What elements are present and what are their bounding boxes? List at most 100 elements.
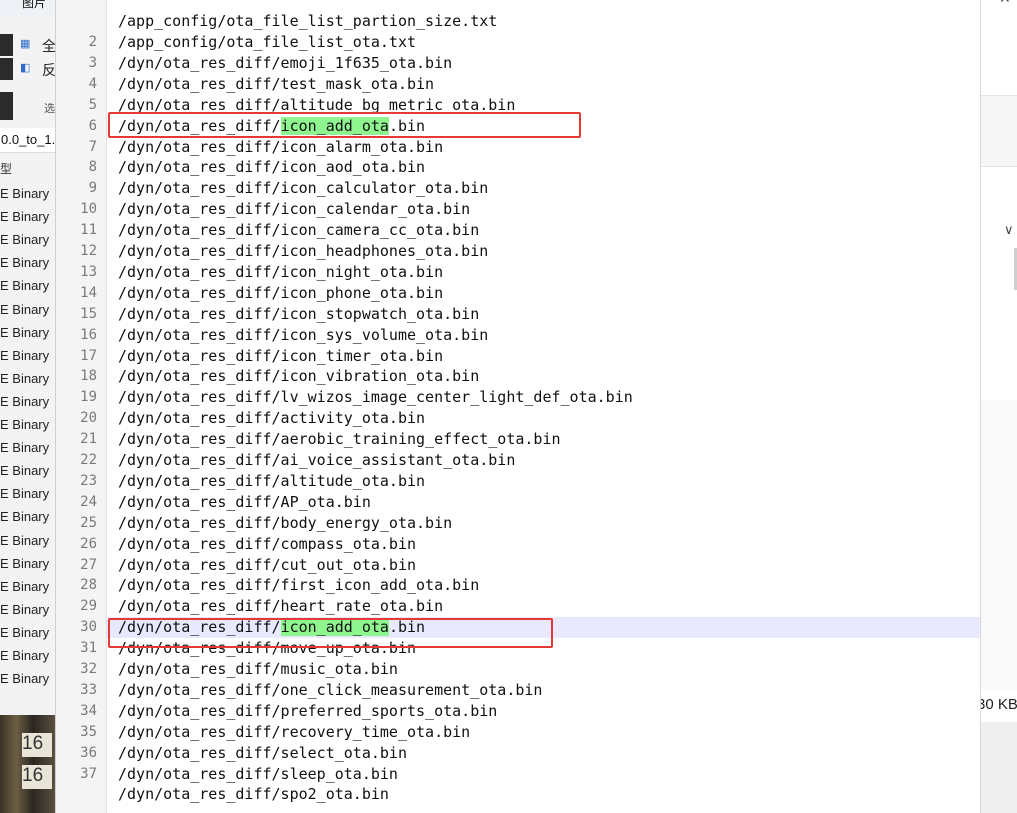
- code-row[interactable]: /dyn/ota_res_diff/icon_calculator_ota.bi…: [107, 178, 981, 199]
- code-line: /dyn/ota_res_diff/icon_calendar_ota.bin: [118, 200, 471, 219]
- code-row[interactable]: /dyn/ota_res_diff/icon_calendar_ota.bin: [107, 199, 981, 220]
- line-number: 37: [80, 765, 97, 782]
- chevron-down-icon[interactable]: ∨: [1004, 222, 1014, 238]
- line-number: 31: [80, 640, 97, 657]
- code-line: /dyn/ota_res_diff/icon_camera_cc_ota.bin: [118, 221, 480, 240]
- code-row[interactable]: /dyn/ota_res_diff/icon_timer_ota.bin: [107, 346, 981, 367]
- file-type-cell[interactable]: E Binary: [0, 531, 55, 554]
- file-type-cell[interactable]: E Binary: [0, 392, 55, 415]
- code-line: /dyn/ota_res_diff/aerobic_training_effec…: [118, 430, 561, 449]
- code-row[interactable]: /dyn/ota_res_diff/select_ota.bin: [107, 743, 981, 764]
- file-type-cell[interactable]: E Binary: [0, 461, 55, 484]
- code-line: /dyn/ota_res_diff/AP_ota.bin: [118, 492, 371, 511]
- code-row[interactable]: /dyn/ota_res_diff/icon_night_ota.bin: [107, 262, 981, 283]
- line-number: 34: [80, 702, 97, 719]
- line-number: 32: [80, 661, 97, 677]
- file-type-label: E Binary: [0, 532, 50, 548]
- line-number: 8: [88, 159, 97, 176]
- breadcrumb[interactable]: 0.0_to_1.: [0, 128, 55, 153]
- line-number: 30: [80, 619, 97, 636]
- code-row[interactable]: /dyn/ota_res_diff/sleep_ota.bin: [107, 764, 981, 785]
- file-type-cell[interactable]: E Binary: [0, 346, 55, 369]
- file-type-cell[interactable]: E Binary: [0, 184, 55, 207]
- code-row[interactable]: /dyn/ota_res_diff/first_icon_add_ota.bin: [107, 575, 981, 596]
- line-number: 33: [80, 681, 97, 698]
- code-row[interactable]: /dyn/ota_res_diff/test_mask_ota.bin: [107, 74, 981, 95]
- code-row[interactable]: /dyn/ota_res_diff/spo2_ota.bin: [107, 784, 981, 805]
- code-row[interactable]: /dyn/ota_res_diff/icon_headphones_ota.bi…: [107, 241, 981, 262]
- code-row[interactable]: /dyn/ota_res_diff/one_click_measurement_…: [107, 680, 981, 701]
- line-number: 17: [80, 347, 97, 364]
- code-row[interactable]: /app_config/ota_file_list_partion_size.t…: [107, 11, 981, 32]
- file-type-label: E Binary: [0, 278, 50, 294]
- code-row[interactable]: /app_config/ota_file_list_ota.txt: [107, 32, 981, 53]
- toolbar-item-invert[interactable]: ◧ 反: [0, 58, 55, 80]
- file-type-label: E Binary: [0, 578, 50, 594]
- code-line: /dyn/ota_res_diff/icon_aod_ota.bin: [118, 158, 426, 177]
- code-line: /dyn/ota_res_diff/emoji_1f635_ota.bin: [118, 53, 453, 72]
- file-type-label: E Binary: [0, 301, 50, 317]
- line-number: 13: [80, 263, 97, 280]
- file-type-cell[interactable]: E Binary: [0, 438, 55, 461]
- file-type-cell[interactable]: E Binary: [0, 323, 55, 346]
- line-number: 24: [80, 493, 97, 510]
- minimize-icon[interactable]: —: [981, 0, 993, 6]
- file-type-cell[interactable]: E Binary: [0, 646, 55, 669]
- file-type-cell[interactable]: E Binary: [0, 554, 55, 577]
- code-row[interactable]: /dyn/ota_res_diff/music_ota.bin: [107, 659, 981, 680]
- file-type-cell[interactable]: E Binary: [0, 300, 55, 323]
- file-type-cell[interactable]: E Binary: [0, 577, 55, 600]
- text-editor[interactable]: 2 3 4 5 6 7 8 9 10 11 12 13 14 15 16 17 18 19 20 21 22 23 24 25…: [55, 0, 981, 813]
- code-row[interactable]: /dyn/ota_res_diff/activity_ota.bin: [107, 408, 981, 429]
- code-row[interactable]: /dyn/ota_res_diff/AP_ota.bin: [107, 492, 981, 513]
- code-row[interactable]: /dyn/ota_res_diff/altitude_ota.bin: [107, 471, 981, 492]
- code-row[interactable]: /dyn/ota_res_diff/aerobic_training_effec…: [107, 429, 981, 450]
- code-row[interactable]: /dyn/ota_res_diff/icon_camera_cc_ota.bin: [107, 220, 981, 241]
- line-number: 25: [80, 514, 97, 531]
- select-all-icon: ▦: [20, 38, 31, 50]
- code-row[interactable]: /dyn/ota_res_diff/body_energy_ota.bin: [107, 513, 981, 534]
- file-type-label: E Binary: [0, 463, 50, 479]
- code-row[interactable]: /dyn/ota_res_diff/icon_sys_volume_ota.bi…: [107, 325, 981, 346]
- code-line: /dyn/ota_res_diff/one_click_measurement_…: [118, 680, 543, 699]
- explorer-title: 图片: [22, 0, 47, 10]
- code-row[interactable]: /dyn/ota_res_diff/icon_stopwatch_ota.bin: [107, 304, 981, 325]
- line-number: 7: [88, 138, 97, 155]
- file-type-cell[interactable]: E Binary: [0, 484, 55, 507]
- file-type-cell[interactable]: E Binary: [0, 369, 55, 392]
- file-type-cell[interactable]: E Binary: [0, 669, 55, 692]
- code-row[interactable]: /dyn/ota_res_diff/preferred_sports_ota.b…: [107, 701, 981, 722]
- toolbar-item-select-all[interactable]: ▦ 全: [0, 34, 55, 56]
- file-type-cell[interactable]: E Binary: [0, 230, 55, 253]
- code-row[interactable]: /dyn/ota_res_diff/heart_rate_ota.bin: [107, 596, 981, 617]
- code-row[interactable]: /dyn/ota_res_diff/compass_ota.bin: [107, 534, 981, 555]
- close-icon[interactable]: ✕: [999, 0, 1011, 7]
- code-line: /dyn/ota_res_diff/heart_rate_ota.bin: [118, 597, 444, 616]
- code-row[interactable]: /dyn/ota_res_diff/icon_alarm_ota.bin: [107, 137, 981, 158]
- line-number: 15: [80, 305, 97, 322]
- file-type-cell[interactable]: E Binary: [0, 600, 55, 623]
- file-type-cell[interactable]: E Binary: [0, 415, 55, 438]
- explorer-title-bar: 图片: [0, 0, 55, 16]
- line-number: 19: [80, 389, 97, 406]
- column-header-type[interactable]: 型: [0, 160, 12, 177]
- line-number: 14: [80, 284, 97, 301]
- line-number: 20: [80, 410, 97, 427]
- line-number: 27: [80, 556, 97, 573]
- file-type-label: E Binary: [0, 624, 50, 640]
- file-type-cell[interactable]: E Binary: [0, 207, 55, 230]
- file-type-cell[interactable]: E Binary: [0, 276, 55, 299]
- code-row[interactable]: /dyn/ota_res_diff/icon_phone_ota.bin: [107, 283, 981, 304]
- code-line: /dyn/ota_res_diff/cut_out_ota.bin: [118, 555, 417, 574]
- file-type-cell[interactable]: E Binary: [0, 623, 55, 646]
- file-type-cell[interactable]: E Binary: [0, 253, 55, 276]
- code-row[interactable]: /dyn/ota_res_diff/icon_aod_ota.bin: [107, 157, 981, 178]
- code-row[interactable]: /dyn/ota_res_diff/icon_vibration_ota.bin: [107, 366, 981, 387]
- code-row[interactable]: /dyn/ota_res_diff/emoji_1f635_ota.bin: [107, 53, 981, 74]
- code-row[interactable]: /dyn/ota_res_diff/lv_wizos_image_center_…: [107, 387, 981, 408]
- code-row[interactable]: /dyn/ota_res_diff/cut_out_ota.bin: [107, 555, 981, 576]
- code-row[interactable]: /dyn/ota_res_diff/recovery_time_ota.bin: [107, 722, 981, 743]
- file-type-cell[interactable]: E Binary: [0, 507, 55, 530]
- code-row[interactable]: /dyn/ota_res_diff/ai_voice_assistant_ota…: [107, 450, 981, 471]
- photo-number: 16: [22, 765, 52, 789]
